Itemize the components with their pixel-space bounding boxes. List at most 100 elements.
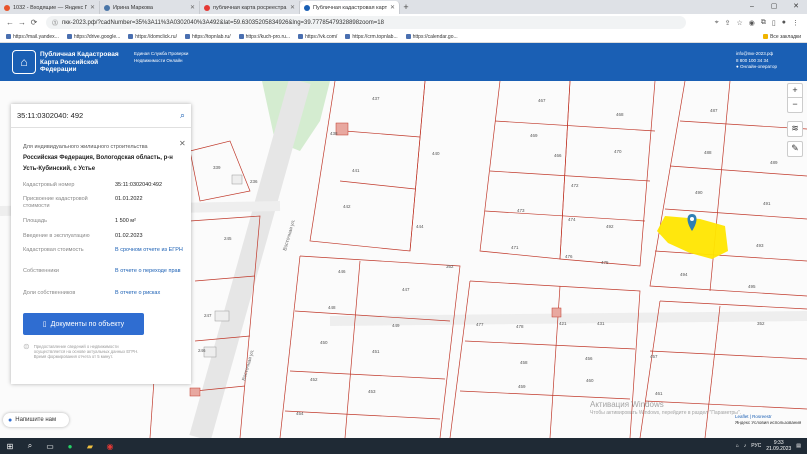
online-operator-link[interactable]: ● Онлайн-оператор <box>736 64 777 71</box>
profile-icon[interactable]: ● <box>782 19 786 27</box>
search-icon[interactable]: ⌕ <box>180 110 185 121</box>
shares-link[interactable]: В отчете о рисках <box>115 290 183 297</box>
svg-text:473: 473 <box>517 208 525 213</box>
zoom-out-button[interactable]: − <box>788 97 802 111</box>
sidepanel-icon[interactable]: ▯ <box>772 19 776 27</box>
site-title[interactable]: Публичная Кадастровая Карта Российской Ф… <box>40 51 130 74</box>
whatsapp-icon[interactable]: ● <box>60 442 80 451</box>
browser-tab[interactable]: публичная карта росреестра о...✕ <box>200 1 300 14</box>
bookmark-icon <box>345 34 351 39</box>
bookmark-item[interactable]: https://mail.yandex... <box>6 34 59 40</box>
close-tab-icon[interactable]: ✕ <box>190 4 195 11</box>
bookmark-item[interactable]: https://calendar.go... <box>405 34 458 40</box>
svg-text:245: 245 <box>224 236 232 241</box>
back-icon[interactable]: ← <box>4 18 16 27</box>
svg-text:487: 487 <box>710 108 718 113</box>
notifications-icon[interactable]: ▤ <box>796 443 801 449</box>
svg-text:458: 458 <box>520 360 528 365</box>
browser-tab-active[interactable]: Публичная кадастровая карта ✕ <box>300 1 400 14</box>
bookmark-item[interactable]: https://drive.google... <box>66 34 120 40</box>
bookmark-icon <box>184 34 190 39</box>
bookmark-item[interactable]: https://kuch-pro.ru... <box>238 34 290 40</box>
browser-tab[interactable]: Ирина Маркова ✕ <box>100 1 200 14</box>
svg-text:490: 490 <box>695 190 703 195</box>
bookmark-item[interactable]: https://topnlab.ru/ <box>184 34 231 40</box>
task-view-icon[interactable]: ▭ <box>40 442 60 451</box>
browser-tab[interactable]: 1032 - Входящие — Яндекс По...✕ <box>0 1 100 14</box>
chrome-icon[interactable]: ◉ <box>100 442 120 451</box>
svg-text:441: 441 <box>352 168 360 173</box>
zoom-in-button[interactable]: + <box>788 84 802 97</box>
svg-text:339: 339 <box>213 165 221 170</box>
tab-title: Публичная кадастровая карта <box>313 4 387 11</box>
close-tab-icon[interactable]: ✕ <box>390 4 395 11</box>
bookmark-item[interactable]: https://vk.com/ <box>298 34 337 40</box>
explorer-icon[interactable]: ▰ <box>80 442 100 451</box>
svg-text:447: 447 <box>402 287 410 292</box>
svg-text:352: 352 <box>757 321 765 326</box>
network-icon[interactable]: ⌂ <box>736 443 739 449</box>
svg-text:489: 489 <box>770 160 778 165</box>
reload-icon[interactable]: ⟳ <box>28 18 40 27</box>
location-icon[interactable]: ⌖ <box>715 19 719 27</box>
building <box>551 307 562 318</box>
url-input[interactable]: ⓵ пкк-2023.рф/?cadNumber=35%3A11%3A03020… <box>46 16 686 29</box>
info-row: Введение в эксплуатацию 01.02.2023 <box>23 233 143 239</box>
tab-favicon-icon <box>204 4 210 11</box>
search-icon[interactable]: ⌕ <box>20 441 40 451</box>
windows-activation-watermark: Активация Windows Чтобы активировать Win… <box>590 400 742 416</box>
minimize-icon[interactable]: – <box>741 0 763 14</box>
svg-text:431: 431 <box>597 321 605 326</box>
start-icon[interactable]: ⊞ <box>0 442 20 451</box>
volume-icon[interactable]: ♪ <box>744 443 747 449</box>
puzzle-icon[interactable]: ⧉ <box>761 19 766 27</box>
maximize-icon[interactable]: ▢ <box>763 0 785 14</box>
tab-favicon-icon <box>4 4 10 11</box>
cadastral-value-link[interactable]: В срочном отчете из ЕГРН <box>115 247 183 254</box>
tab-favicon-icon <box>304 4 310 11</box>
site-info-icon[interactable]: ⓵ <box>52 18 58 27</box>
info-icon: ⊜ <box>23 342 30 351</box>
building <box>231 174 243 185</box>
close-window-icon[interactable]: ✕ <box>785 0 807 14</box>
svg-text:478: 478 <box>516 324 524 329</box>
info-row: Доли собственников В отчете о рисках <box>23 290 183 297</box>
language-indicator[interactable]: РУС <box>751 443 761 449</box>
layers-button[interactable]: ≋ <box>787 121 803 137</box>
close-icon[interactable]: ✕ <box>179 139 186 148</box>
svg-text:471: 471 <box>511 245 519 250</box>
zoom-control: + − <box>787 83 803 113</box>
forward-icon[interactable]: → <box>16 18 28 27</box>
bookmark-item[interactable]: https://crm.topnlab... <box>345 34 398 40</box>
site-logo-icon[interactable]: ⌂ <box>12 50 36 74</box>
search-input[interactable]: 35:11:0302040: 492 <box>17 111 180 120</box>
chat-button[interactable]: ● Напишите нам <box>3 413 69 427</box>
bookmark-item[interactable]: https://domclick.ru/ <box>128 34 177 40</box>
street-label: Восточная ул. <box>241 349 256 382</box>
building <box>203 346 217 358</box>
new-tab-button[interactable]: + <box>400 1 412 14</box>
search-bar: 35:11:0302040: 492 ⌕ <box>11 104 191 128</box>
owners-link[interactable]: В отчете о переходе прав <box>115 268 183 275</box>
svg-text:451: 451 <box>372 349 380 354</box>
contact-email[interactable]: info@пкк-2023.рф <box>736 51 777 58</box>
svg-text:467: 467 <box>538 98 546 103</box>
clock[interactable]: 9:33 21.09.2023 <box>766 440 791 452</box>
close-tab-icon[interactable]: ✕ <box>290 4 295 11</box>
road <box>329 311 807 326</box>
tab-favicon-icon <box>104 4 110 11</box>
bookmark-star-icon[interactable]: ☆ <box>737 19 743 27</box>
measure-button[interactable]: ✎ <box>787 141 803 157</box>
all-bookmarks[interactable]: Все закладки <box>763 34 801 40</box>
svg-text:446: 446 <box>338 269 346 274</box>
share-icon[interactable]: ⇪ <box>725 19 731 27</box>
documents-button[interactable]: ▯ Документы по объекту <box>23 313 144 335</box>
extension-icon[interactable]: ◉ <box>749 19 755 27</box>
svg-text:472: 472 <box>571 183 579 188</box>
svg-text:449: 449 <box>392 323 400 328</box>
svg-text:440: 440 <box>432 151 440 156</box>
menu-icon[interactable]: ⋮ <box>792 19 799 27</box>
folder-icon <box>763 34 769 39</box>
close-tab-icon[interactable]: ✕ <box>90 4 95 11</box>
bookmark-icon <box>298 34 304 39</box>
